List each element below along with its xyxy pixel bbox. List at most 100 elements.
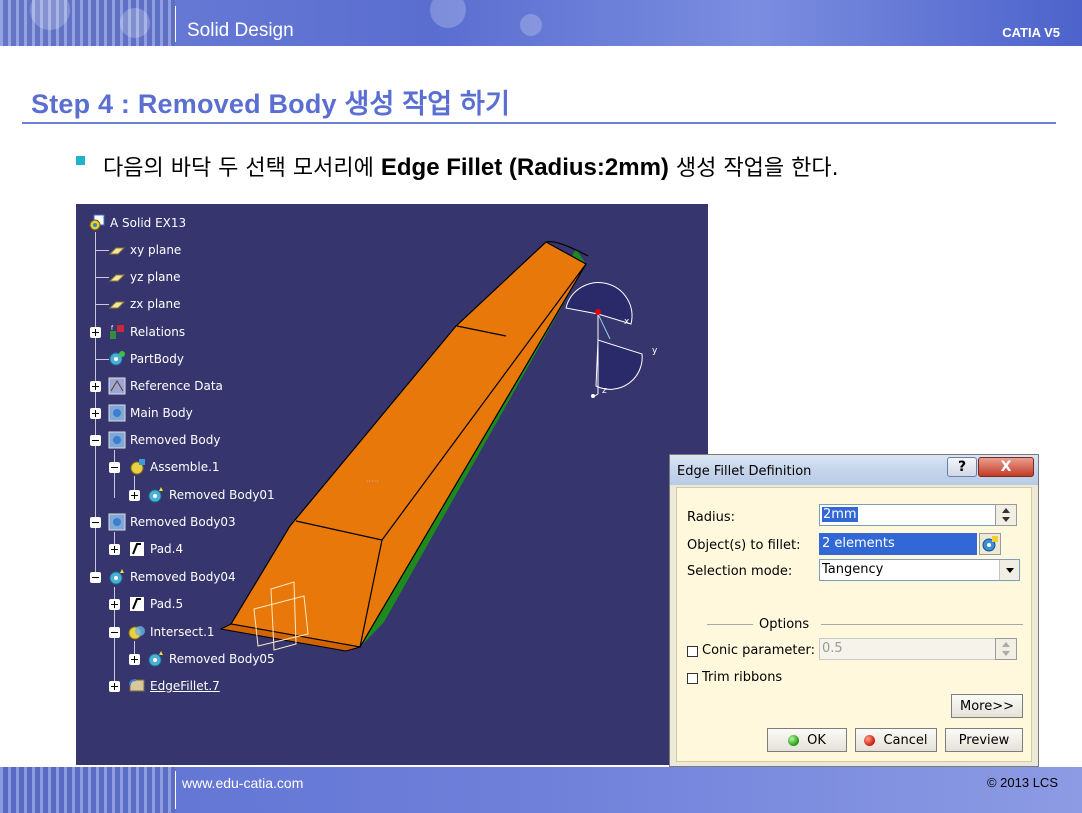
assemble-icon	[130, 459, 145, 475]
conic-parameter-spinner[interactable]	[995, 638, 1017, 660]
tree-connector	[95, 250, 109, 251]
dialog-titlebar[interactable]: Edge Fillet Definition ? X	[670, 455, 1038, 485]
ok-icon	[788, 734, 800, 746]
dialog-body: Radius: 2mm Object(s) to fillet: 2 eleme…	[676, 487, 1032, 762]
slide-footer: www.edu-catia.com © 2013 LCS	[0, 767, 1082, 813]
collapse-removed-body04[interactable]	[90, 572, 101, 583]
instruction-prefix: 다음의 바닥 두 선택 모서리에	[103, 156, 381, 181]
tree-item-label: PartBody	[130, 352, 184, 366]
conic-parameter-checkbox[interactable]	[687, 646, 698, 657]
body-gear-icon	[148, 651, 163, 667]
tree-root[interactable]: A Solid EX13	[88, 213, 186, 233]
compass-widget[interactable]: x y z	[565, 282, 658, 398]
collapse-removed-body03[interactable]	[90, 517, 101, 528]
tree-root-label: A Solid EX13	[110, 216, 187, 230]
expand-relations[interactable]	[90, 327, 101, 338]
radius-label: Radius:	[687, 510, 735, 525]
expand-removed-body05[interactable]	[129, 654, 140, 665]
plane-icon	[108, 247, 126, 255]
options-divider	[821, 624, 1023, 625]
preview-button[interactable]: Preview	[945, 728, 1023, 752]
tree-item-pad4[interactable]: Pad.4	[128, 539, 183, 559]
header-bubble	[120, 8, 150, 38]
catia-3d-viewport[interactable]: ····· x y z A Solid EX13 xy plane yz pla…	[76, 204, 708, 765]
chevron-down-icon[interactable]	[999, 560, 1019, 580]
header-section-title: Solid Design	[187, 20, 294, 41]
cancel-button[interactable]: Cancel	[855, 728, 937, 752]
compass-z-label: z	[602, 386, 607, 396]
tree-item-label: Assemble.1	[150, 460, 220, 474]
close-button[interactable]: X	[978, 457, 1034, 477]
selection-mode-value: Tangency	[822, 562, 884, 577]
header-brand: CATIA V5	[1002, 25, 1060, 40]
tree-item-pad5[interactable]: Pad.5	[128, 594, 183, 614]
tree-item-intersect1[interactable]: Intersect.1	[128, 622, 215, 642]
selection-mode-select[interactable]: Tangency	[819, 559, 1020, 581]
radius-value: 2mm	[822, 507, 858, 522]
tree-item-edgefillet7[interactable]: EdgeFillet.7	[128, 676, 220, 696]
more-button[interactable]: More>>	[951, 694, 1023, 718]
expand-pad4[interactable]	[109, 544, 120, 555]
header-separator	[175, 6, 176, 42]
tree-item-yz-plane[interactable]: yz plane	[108, 267, 181, 287]
tree-item-reference-data[interactable]: Reference Data	[108, 376, 223, 396]
collapse-assemble[interactable]	[109, 462, 120, 473]
tree-item-main-body[interactable]: Main Body	[108, 403, 193, 423]
radius-input[interactable]: 2mm	[819, 504, 996, 526]
tree-item-label: EdgeFillet.7	[150, 679, 220, 693]
specification-tree[interactable]: A Solid EX13 xy plane yz plane zx plane …	[76, 204, 376, 765]
tree-item-removed-body01[interactable]: Removed Body01	[147, 485, 275, 505]
pad-icon	[130, 542, 144, 556]
ok-button[interactable]: OK	[767, 728, 847, 752]
tree-item-zx-plane[interactable]: zx plane	[108, 294, 181, 314]
tree-item-label: yz plane	[130, 270, 181, 284]
trim-ribbons-label: Trim ribbons	[702, 670, 783, 685]
header-bubble	[520, 14, 542, 36]
expand-removed-body01[interactable]	[129, 490, 140, 501]
tree-item-label: Pad.5	[150, 597, 184, 611]
instruction-suffix: 생성 작업을 한다.	[668, 156, 839, 181]
dialog-title: Edge Fillet Definition	[677, 464, 812, 479]
cancel-label: Cancel	[883, 732, 928, 748]
tree-item-label: Relations	[130, 325, 186, 339]
radius-spinner[interactable]	[995, 504, 1017, 526]
part-icon	[89, 214, 105, 231]
trim-ribbons-checkbox[interactable]	[687, 673, 698, 684]
tree-item-label: Removed Body04	[130, 570, 236, 584]
tree-connector	[95, 277, 109, 278]
conic-parameter-input[interactable]: 0.5	[819, 638, 997, 660]
tree-item-removed-body04[interactable]: Removed Body04	[108, 567, 236, 587]
tree-item-xy-plane[interactable]: xy plane	[108, 240, 181, 260]
expand-pad5[interactable]	[109, 599, 120, 610]
tree-item-removed-body03[interactable]: Removed Body03	[108, 512, 236, 532]
body-icon	[108, 431, 126, 449]
footer-website: www.edu-catia.com	[182, 775, 304, 791]
tree-item-assemble[interactable]: Assemble.1	[128, 457, 220, 477]
body-gear-icon	[109, 351, 125, 366]
tree-connector	[95, 304, 109, 305]
tree-item-removed-body05[interactable]: Removed Body05	[147, 649, 275, 669]
body-gear-icon	[148, 487, 163, 503]
tree-item-removed-body[interactable]: Removed Body	[108, 430, 220, 450]
tree-item-label: Intersect.1	[150, 625, 215, 639]
conic-parameter-label: Conic parameter:	[702, 643, 815, 658]
tree-connector	[95, 359, 109, 360]
options-label: Options	[759, 617, 810, 632]
collapse-removed-body[interactable]	[90, 435, 101, 446]
tree-item-label: zx plane	[130, 297, 181, 311]
header-bubble	[430, 0, 466, 28]
expand-edgefillet7[interactable]	[109, 681, 120, 692]
objects-field[interactable]: 2 elements	[819, 533, 977, 555]
collapse-intersect1[interactable]	[109, 627, 120, 638]
body-icon	[108, 513, 126, 531]
relations-icon: f	[110, 325, 124, 339]
help-button[interactable]: ?	[947, 457, 977, 477]
expand-main-body[interactable]	[90, 408, 101, 419]
ok-label: OK	[807, 732, 826, 748]
bullet-icon	[76, 156, 85, 165]
tree-item-partbody[interactable]: PartBody	[108, 349, 184, 369]
body-gear-icon	[109, 569, 124, 585]
tree-item-relations[interactable]: f Relations	[108, 322, 185, 342]
element-list-button[interactable]	[979, 533, 1001, 555]
expand-reference-data[interactable]	[90, 381, 101, 392]
